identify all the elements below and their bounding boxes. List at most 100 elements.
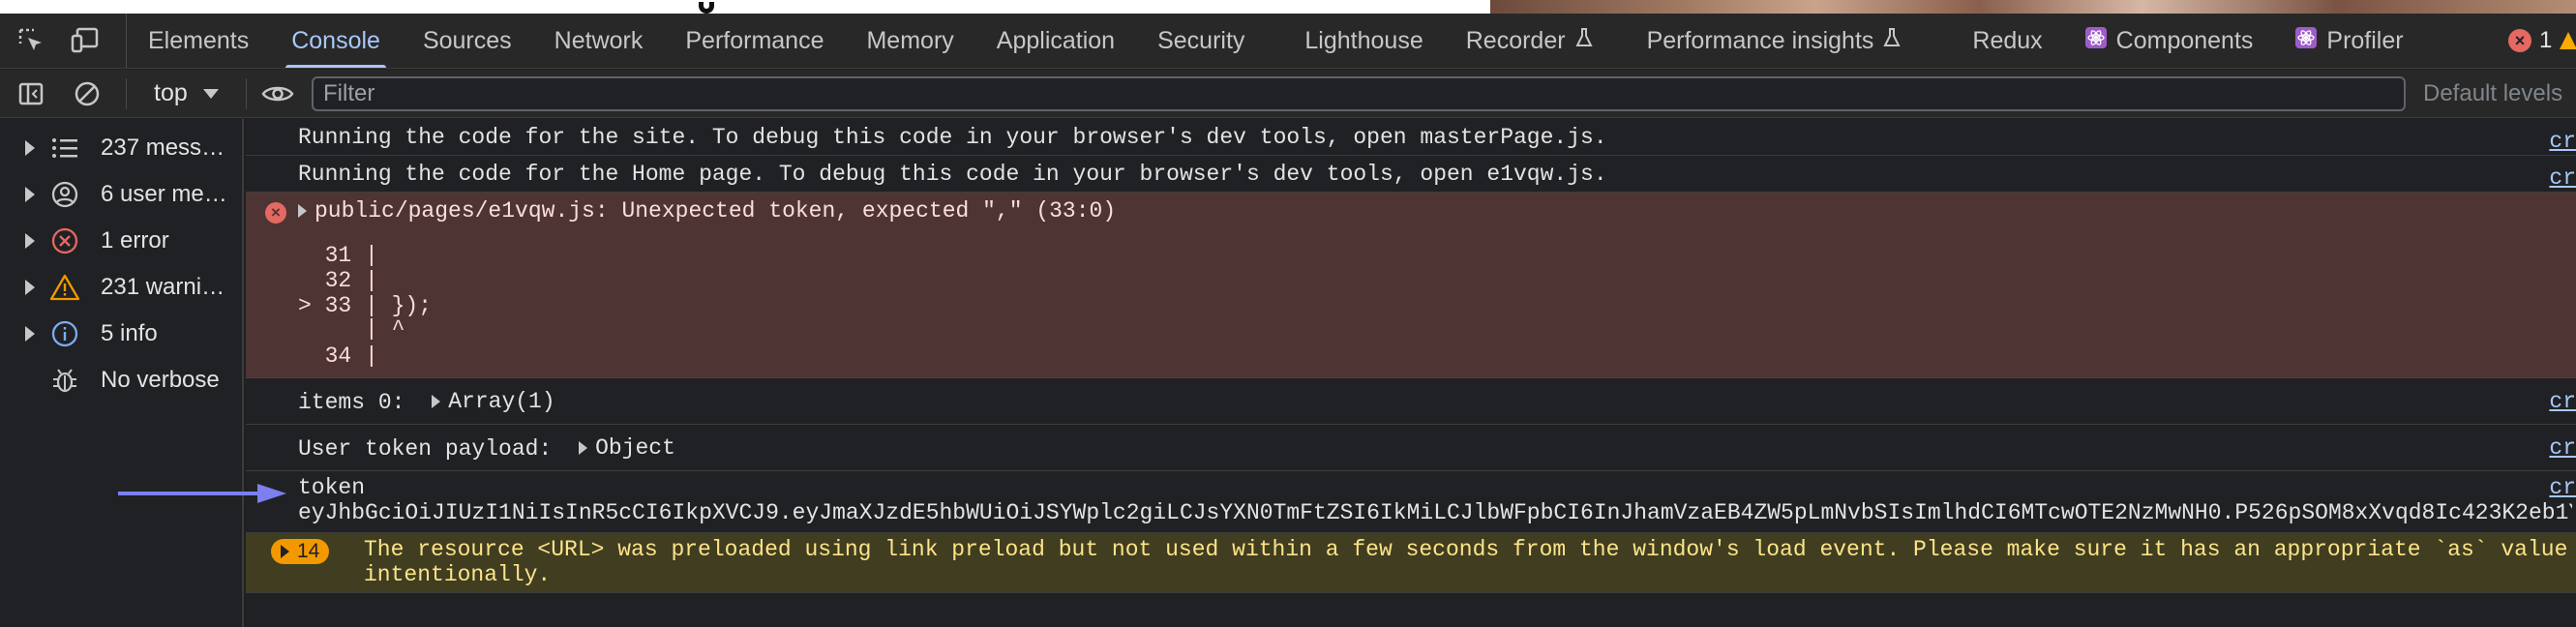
sidebar-item-label: 6 user messages xyxy=(101,181,232,207)
toolbar-divider xyxy=(245,77,247,109)
page-glyph xyxy=(699,2,714,14)
bug-icon xyxy=(46,362,83,399)
object-toggle[interactable]: Object xyxy=(579,425,675,471)
log-levels-dropdown[interactable]: Default levels xyxy=(2423,70,2562,117)
object-preview: Object xyxy=(595,435,675,461)
console-toolbar: top Default levels xyxy=(0,70,2576,118)
expand-caret-icon[interactable] xyxy=(0,140,35,156)
tab-label: Elements xyxy=(148,26,250,54)
tab-label: Recorder xyxy=(1465,26,1566,54)
sidebar-item-warnings[interactable]: 231 warnings xyxy=(0,264,242,311)
tab-profiler[interactable]: Profiler xyxy=(2274,14,2424,68)
source-link[interactable]: cr xyxy=(2549,378,2576,425)
warning-icon xyxy=(46,269,83,306)
tab-recorder[interactable]: Recorder xyxy=(1445,14,1614,68)
tab-application[interactable]: Application xyxy=(975,14,1136,68)
expand-caret-icon[interactable] xyxy=(432,395,441,408)
code-line: 34 | xyxy=(298,343,378,369)
tab-elements[interactable]: Elements xyxy=(127,14,270,68)
context-label: top xyxy=(154,79,188,106)
tab-network[interactable]: Network xyxy=(533,14,665,68)
repeat-count: 14 xyxy=(297,540,320,562)
error-message: × public/pages/e1vqw.js: Unexpected toke… xyxy=(246,193,2576,378)
tab-security[interactable]: Security xyxy=(1136,14,1266,68)
tabbar-tools xyxy=(0,14,127,68)
warning-message: 14 The resource <URL> was preloaded usin… xyxy=(246,533,2576,593)
expand-caret-icon[interactable] xyxy=(579,441,588,455)
tab-label: Performance xyxy=(685,26,824,54)
panel-tabs: Elements Console Sources Network Perform… xyxy=(127,14,2425,68)
expand-caret-icon[interactable] xyxy=(0,326,35,342)
tab-lighthouse[interactable]: Lighthouse xyxy=(1283,14,1444,68)
warning-text: The resource <URL> was preloaded using l… xyxy=(364,537,2576,562)
source-link[interactable]: cr xyxy=(2549,475,2576,500)
code-line: | ^ xyxy=(298,316,405,342)
flask-icon xyxy=(1574,27,1593,55)
source-link[interactable]: cr xyxy=(2549,123,2576,160)
filter-input[interactable] xyxy=(312,76,2406,111)
sidebar-item-verbose[interactable]: No verbose xyxy=(0,357,242,403)
console-message: User token payload: Object cr xyxy=(246,425,2576,471)
toolbar-divider xyxy=(126,77,127,109)
tab-console[interactable]: Console xyxy=(270,14,402,68)
warning-icon xyxy=(2560,32,2576,49)
inspect-element-icon[interactable] xyxy=(14,23,48,58)
sidebar-item-info[interactable]: 5 info xyxy=(0,311,242,357)
token-value: eyJhbGciOiJIUzI1NiIsInR5cCI6IkpXVCJ9.eyJ… xyxy=(298,500,2572,525)
tab-sources[interactable]: Sources xyxy=(402,14,533,68)
console-messages: Running the code for the site. To debug … xyxy=(246,119,2576,627)
tab-components[interactable]: Components xyxy=(2064,14,2275,68)
chevron-down-icon xyxy=(202,88,219,99)
eye-icon[interactable] xyxy=(260,76,295,111)
source-link[interactable]: cr xyxy=(2549,160,2576,196)
expand-caret-icon[interactable] xyxy=(298,204,307,218)
error-title: public/pages/e1vqw.js: Unexpected token,… xyxy=(315,198,1117,224)
page-background xyxy=(0,0,2576,14)
array-toggle[interactable]: Array(1) xyxy=(432,378,555,425)
device-toolbar-icon[interactable] xyxy=(68,23,103,58)
tab-label: Lighthouse xyxy=(1304,26,1423,54)
error-count: 1 xyxy=(2539,27,2553,53)
message-label: items 0: xyxy=(298,390,405,415)
sidebar-item-label: No verbose xyxy=(101,367,220,393)
expand-caret-icon[interactable] xyxy=(281,545,289,558)
sidebar-item-errors[interactable]: 1 error xyxy=(0,218,242,264)
error-icon: × xyxy=(2508,29,2531,52)
tab-label: Security xyxy=(1157,26,1245,54)
sidebar-toggle-icon[interactable] xyxy=(14,76,48,111)
tab-performance-insights[interactable]: Performance insights xyxy=(1626,14,1923,68)
message-label: token xyxy=(298,475,366,500)
react-icon xyxy=(2084,26,2107,55)
source-link[interactable]: cr xyxy=(2549,425,2576,471)
sidebar-item-label: 5 info xyxy=(101,320,158,346)
annotation-arrow-icon xyxy=(118,484,286,503)
tab-label: Profiler xyxy=(2326,26,2404,54)
console-message: items 0: Array(1) cr xyxy=(246,378,2576,425)
context-selector[interactable]: top xyxy=(140,79,232,107)
expand-caret-icon[interactable] xyxy=(0,187,35,202)
sidebar-item-messages[interactable]: 237 messages xyxy=(0,125,242,171)
expand-caret-icon[interactable] xyxy=(0,280,35,295)
flask-icon xyxy=(1883,27,1902,55)
tab-label: Memory xyxy=(866,26,954,54)
warning-text: intentionally. xyxy=(364,562,552,587)
error-header[interactable]: public/pages/e1vqw.js: Unexpected token,… xyxy=(298,193,1116,229)
sidebar-item-user-messages[interactable]: 6 user messages xyxy=(0,171,242,218)
console-message: token eyJhbGciOiJIUzI1NiIsInR5cCI6IkpXVC… xyxy=(246,471,2576,533)
tab-redux[interactable]: Redux xyxy=(1951,14,2063,68)
code-line: 31 | xyxy=(298,243,378,268)
tab-performance[interactable]: Performance xyxy=(664,14,845,68)
tab-label: Network xyxy=(554,26,644,54)
message-text: Running the code for the Home page. To d… xyxy=(298,162,1607,187)
console-message: Running the code for the site. To debug … xyxy=(246,119,2576,156)
list-icon xyxy=(46,130,83,166)
code-line: 32 | xyxy=(298,268,378,293)
devtools-tabbar: Elements Console Sources Network Perform… xyxy=(0,14,2576,69)
clear-console-icon[interactable] xyxy=(70,76,105,111)
expand-caret-icon[interactable] xyxy=(0,233,35,249)
levels-label: Default levels xyxy=(2423,79,2563,106)
tab-memory[interactable]: Memory xyxy=(845,14,974,68)
repeat-count-badge[interactable]: 14 xyxy=(271,539,330,564)
issues-counter[interactable]: × 1 xyxy=(2508,14,2576,68)
sidebar-item-label: 231 warnings xyxy=(101,274,232,300)
